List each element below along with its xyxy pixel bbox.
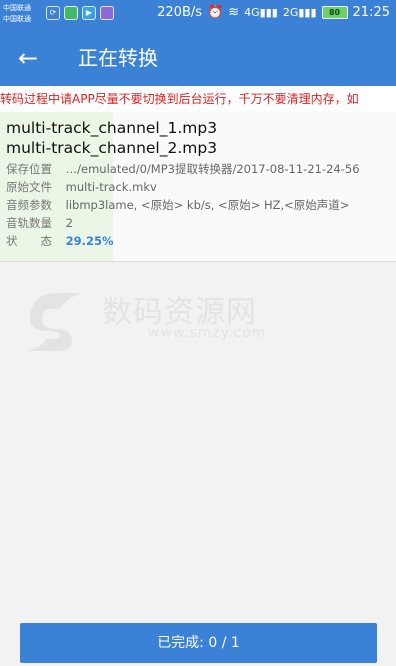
play-icon: ▶ xyxy=(82,6,96,20)
page-title: 正在转换 xyxy=(78,46,158,70)
row-key: 原始文件 xyxy=(6,180,52,194)
arrow-left-icon: ← xyxy=(17,44,39,72)
label-2g: 2G xyxy=(282,6,299,19)
row-value: libmp3lame, <原始> kb/s, <原始> HZ,<原始声道> xyxy=(65,198,350,212)
status-bar: 中国联通 中国联通 ⟳ ▶ 220B/s ⏰ ≋ 4G▮▮▮ 2G▮▮▮ 80 … xyxy=(0,0,396,30)
status-percent: 29.25% xyxy=(65,234,114,248)
carrier-labels: 中国联通 中国联通 xyxy=(3,3,31,25)
carrier-1: 中国联通 xyxy=(3,4,31,12)
row-audio-params: 音频参数 libmp3lame, <原始> kb/s, <原始> HZ,<原始声… xyxy=(6,197,349,213)
row-status: 状 态 29.25% xyxy=(6,233,114,249)
output-file-1: multi-track_channel_1.mp3 xyxy=(6,119,218,137)
row-value: 2 xyxy=(65,216,73,230)
row-key: 音轨数量 xyxy=(6,216,52,230)
status-right: 220B/s ⏰ ≋ 4G▮▮▮ 2G▮▮▮ 80 21:25 xyxy=(157,5,390,20)
clock: 21:25 xyxy=(352,5,390,20)
watermark-url: www.smzy.com xyxy=(148,325,267,341)
signal-4g-icon: 4G▮▮▮ xyxy=(244,6,278,19)
wifi-icon: ≋ xyxy=(228,5,240,20)
output-file-2: multi-track_channel_2.mp3 xyxy=(6,139,218,157)
back-button[interactable]: ← xyxy=(12,42,44,74)
alarm-icon: ⏰ xyxy=(207,5,224,20)
watermark: 数码资源网 www.smzy.com xyxy=(20,285,320,355)
row-key: 音频参数 xyxy=(6,198,52,212)
notification-icons: ⟳ ▶ xyxy=(46,6,114,20)
watermark-logo-icon xyxy=(28,293,80,351)
warning-banner: 转码过程中请APP尽量不要切换到后台运行，千万不要清理内存，如 xyxy=(0,86,396,112)
row-value: …/emulated/0/MP3提取转换器/2017-08-11-21-24-5… xyxy=(65,162,360,176)
row-key: 保存位置 xyxy=(6,162,52,176)
row-track-count: 音轨数量 2 xyxy=(6,215,73,231)
app-icon xyxy=(64,6,78,20)
row-key: 状 态 xyxy=(6,234,52,248)
conversion-task-card: multi-track_channel_1.mp3 multi-track_ch… xyxy=(0,112,396,262)
label-4g: 4G xyxy=(244,6,260,19)
row-source-file: 原始文件 multi-track.mkv xyxy=(6,179,157,195)
carrier-2: 中国联通 xyxy=(3,15,31,23)
row-save-location: 保存位置 …/emulated/0/MP3提取转换器/2017-08-11-21… xyxy=(6,161,360,177)
app-bar: ← 正在转换 xyxy=(0,30,396,86)
image-icon xyxy=(100,6,114,20)
row-value: multi-track.mkv xyxy=(65,180,157,194)
battery-icon: 80 xyxy=(321,6,348,19)
network-speed: 220B/s xyxy=(157,5,203,20)
sync-icon: ⟳ xyxy=(46,6,60,20)
completed-count-button[interactable]: 已完成: 0 / 1 xyxy=(20,623,377,663)
signal-2g-icon: 2G▮▮▮ xyxy=(282,6,317,19)
